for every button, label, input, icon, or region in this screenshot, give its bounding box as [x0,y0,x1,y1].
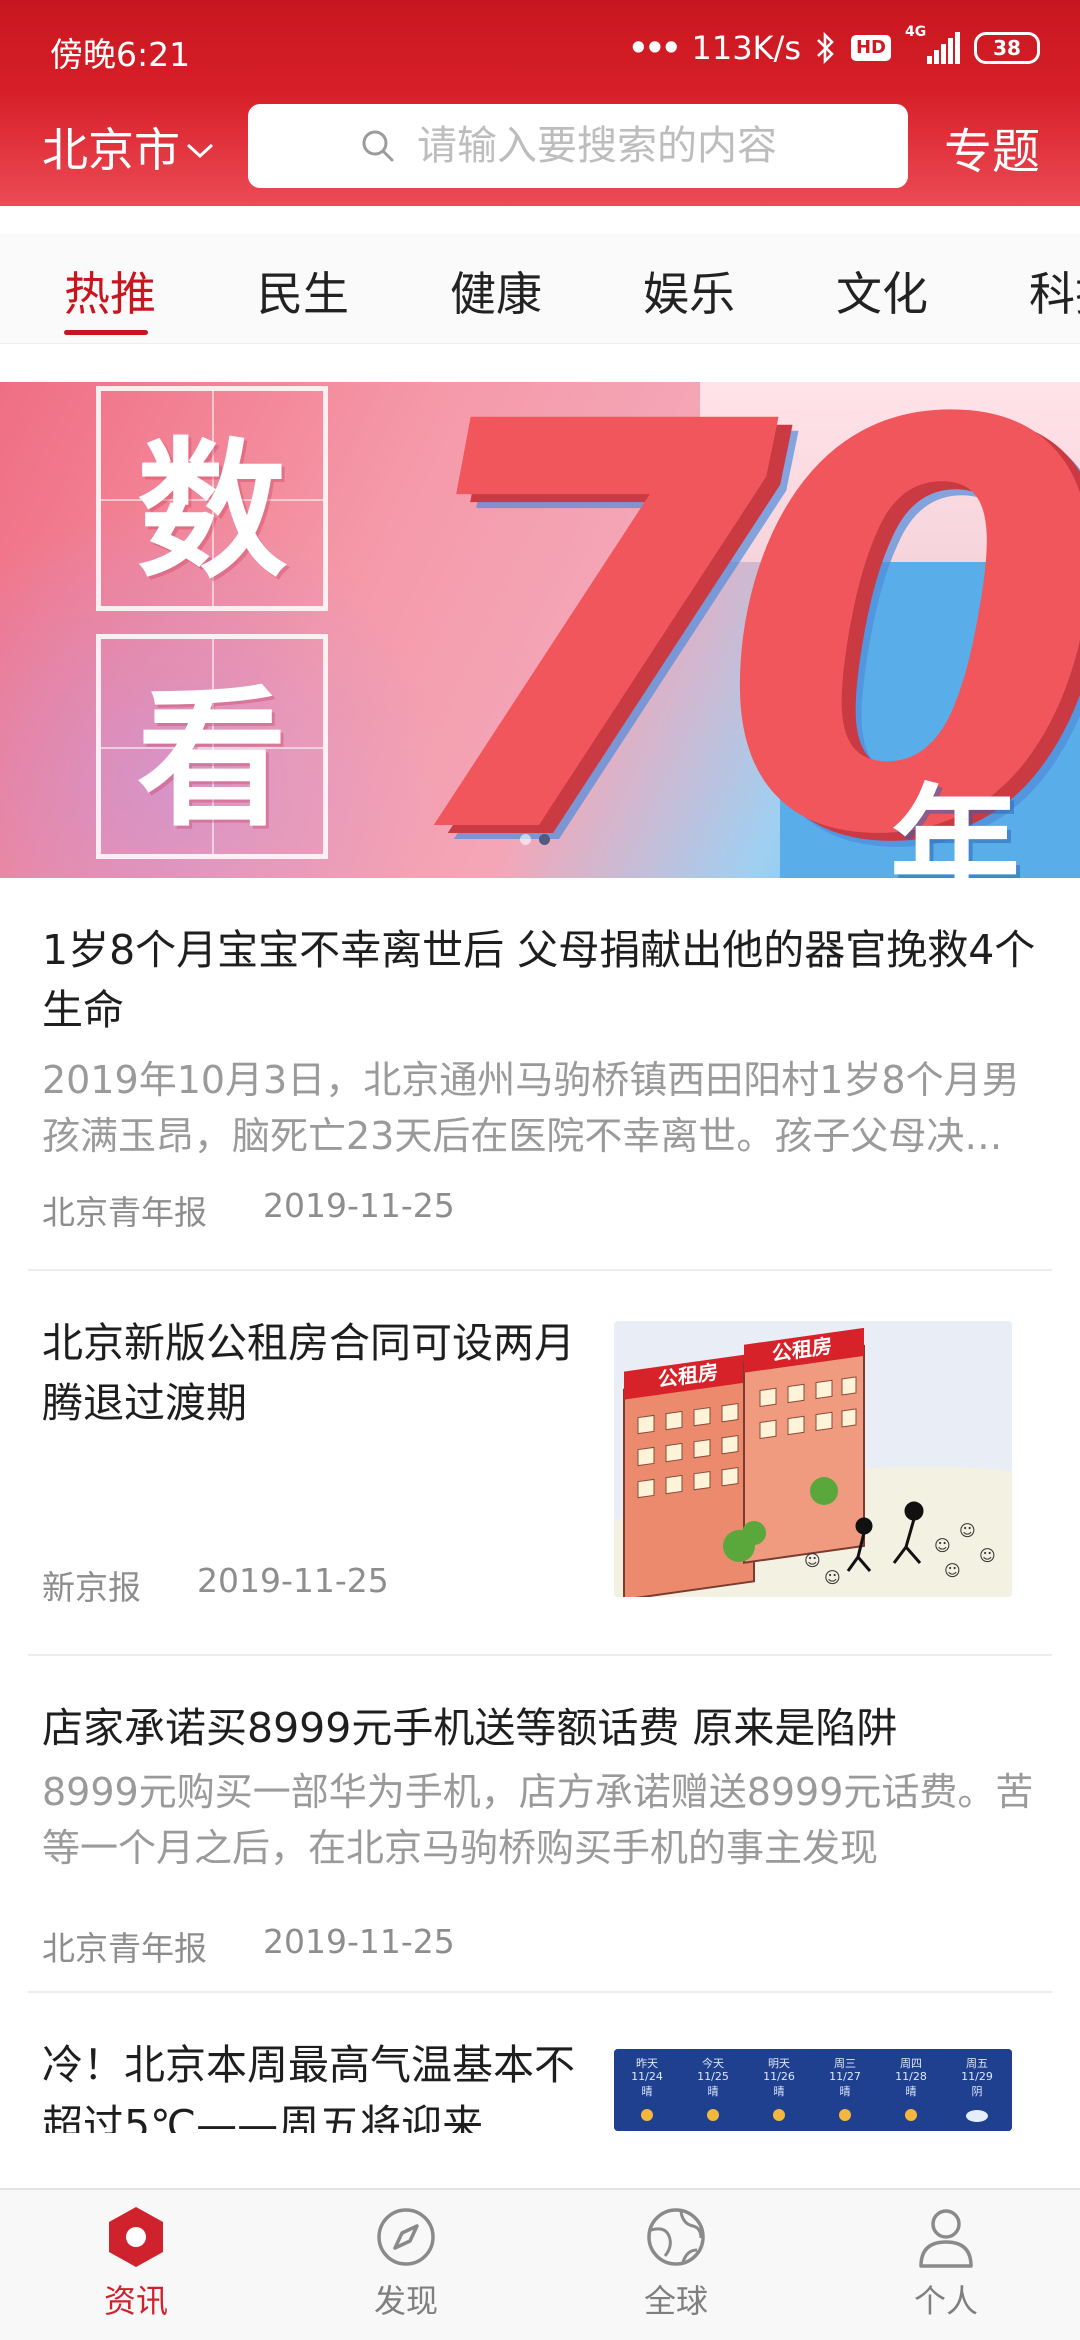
network-type: 4G [905,24,927,40]
app-header: 傍晚6:21 ••• 113K/s HD 4G 38 北京市 请输入要搜索的内容… [0,0,1080,206]
news-meta: 新京报 2019-11-25 [42,1561,389,1609]
nav-news[interactable]: 资讯 [36,2204,236,2334]
tab-tech[interactable]: 科技 [1029,258,1080,324]
search-input[interactable] [417,123,797,169]
news-hexagon-icon [109,2207,163,2267]
category-tabs: 热推 民生 健康 娱乐 文化 科技 [0,234,1080,344]
topic-button[interactable]: 专题 [944,112,1040,182]
weather-day: 周五 [966,2057,988,2070]
svg-text:☺: ☺ [824,1568,841,1587]
globe-icon [647,2208,705,2266]
city-label: 北京市 [42,123,180,177]
weather-cond: 晴 [642,2085,653,2098]
weather-cond: 晴 [708,2085,719,2098]
news-title: 1岁8个月宝宝不幸离世后 父母捐献出他的器官挽救4个生命 [42,926,1036,1034]
news-item[interactable]: 1岁8个月宝宝不幸离世后 父母捐献出他的器官挽救4个生命 2019年10月3日，… [28,878,1052,1271]
hd-badge: HD [850,35,891,61]
svg-text:☺: ☺ [959,1521,976,1540]
news-date: 2019-11-25 [263,1186,455,1225]
status-bar: 傍晚6:21 ••• 113K/s HD 4G 38 [0,0,1080,96]
carousel-indicator [520,834,550,845]
weather-day: 今天 [702,2056,724,2070]
nav-global[interactable]: 全球 [576,2204,776,2334]
banner-carousel[interactable]: 数 看 70 年 [0,382,1080,878]
weather-date: 11/27 [829,2070,861,2083]
person-icon [919,2209,973,2268]
weather-date: 11/25 [697,2070,729,2083]
battery-icon: 38 [974,32,1040,64]
banner-grid-box: 看 [96,634,328,859]
carousel-dot [520,834,531,845]
weather-date: 11/29 [961,2070,993,2083]
carousel-dot-active [539,834,550,845]
news-meta: 北京青年报 2019-11-25 [42,1186,455,1234]
news-thumbnail-public-housing: 公租房 公租房 ☺ ☺ ☺ ☺ ☺ ☺ [614,1321,1012,1597]
banner-grid-box: 数 [96,386,328,611]
banner-char-kan: 看 [136,673,287,847]
cloud-icon [966,2110,988,2122]
svg-text:☺: ☺ [944,1561,961,1580]
city-selector[interactable]: 北京市 [42,114,214,180]
nav-profile[interactable]: 个人 [846,2204,1046,2334]
bluetooth-icon [817,31,834,65]
signal-icon: 4G [905,24,960,64]
tab-entertainment[interactable]: 娱乐 [643,258,735,324]
news-source: 新京报 [42,1568,141,1607]
compass-icon [377,2208,435,2266]
banner-char-shu: 数 [136,425,287,599]
tab-culture[interactable]: 文化 [836,258,928,324]
more-dots-icon: ••• [628,29,681,67]
tab-health[interactable]: 健康 [450,258,542,324]
news-source: 北京青年报 [42,1193,207,1232]
weather-date: 11/24 [631,2070,663,2083]
nav-label: 全球 [643,2282,708,2320]
weather-date: 11/28 [895,2070,927,2083]
news-title: 店家承诺买8999元手机送等额话费 原来是陷阱 [42,1704,898,1752]
news-title: 北京新版公租房合同可设两月腾退过渡期 [42,1319,575,1427]
search-bar[interactable] [248,104,908,188]
weather-date: 11/26 [763,2070,795,2083]
news-item[interactable]: 冷！北京本周最高气温基本不超过5℃——周五将迎来 昨天 11/24 晴 今天 1… [28,1993,1052,2133]
weather-day: 周三 [834,2057,856,2070]
nav-label: 资讯 [103,2282,168,2320]
active-tab-indicator [64,330,148,335]
weather-day: 昨天 [636,2057,658,2070]
banner-char-nian: 年 [890,771,1021,878]
weather-cond: 晴 [774,2085,785,2098]
chevron-down-icon [186,133,214,168]
news-summary: 2019年10月3日，北京通州马驹桥镇西田阳村1岁8个月男孩满玉昂，脑死亡23天… [42,1058,1020,1158]
news-item[interactable]: 店家承诺买8999元手机送等额话费 原来是陷阱 8999元购买一部华为手机，店方… [28,1656,1052,1993]
status-icons: ••• 113K/s HD 4G 38 [628,24,1040,70]
weather-cond: 晴 [840,2085,851,2098]
news-date: 2019-11-25 [263,1922,455,1961]
svg-text:☺: ☺ [979,1546,996,1565]
tab-livelihood[interactable]: 民生 [257,258,349,324]
network-speed: 113K/s [691,29,801,67]
svg-text:☺: ☺ [934,1536,951,1555]
weather-cond: 晴 [906,2085,917,2098]
news-item[interactable]: 北京新版公租房合同可设两月腾退过渡期 新京报 2019-11-25 公租房 公租… [28,1271,1052,1656]
news-meta: 北京青年报 2019-11-25 [42,1922,455,1970]
nav-label: 发现 [373,2282,438,2320]
bottom-nav: 资讯 发现 全球 个人 [0,2188,1080,2340]
svg-text:☺: ☺ [804,1551,821,1570]
news-thumbnail-weather: 昨天 11/24 晴 今天 11/25 晴 明天 11/26 晴 周三 11/2… [614,2049,1012,2131]
battery-level: 38 [993,36,1021,60]
public-housing-illustration: 公租房 公租房 ☺☺☺☺☺☺ [614,1321,1012,1597]
nav-discover[interactable]: 发现 [306,2204,506,2334]
news-source: 北京青年报 [42,1929,207,1968]
news-title: 冷！北京本周最高气温基本不超过5℃——周五将迎来 [42,2041,575,2133]
nav-label: 个人 [913,2282,978,2320]
news-summary: 8999元购买一部华为手机，店方承诺赠送8999元话费。苦等一个月之后，在北京马… [42,1770,1034,1870]
weather-forecast-thumbnail: 昨天 11/24 晴 今天 11/25 晴 明天 11/26 晴 周三 11/2… [614,2049,1012,2131]
news-list: 1岁8个月宝宝不幸离世后 父母捐献出他的器官挽救4个生命 2019年10月3日，… [0,878,1080,2133]
tab-hot[interactable]: 热推 [64,258,156,324]
weather-day: 明天 [768,2057,790,2070]
news-date: 2019-11-25 [197,1561,389,1600]
weather-day: 周四 [900,2057,922,2070]
search-icon [362,130,394,162]
top-nav: 北京市 专题 [0,96,1080,206]
weather-cond: 阴 [972,2085,983,2098]
status-time: 傍晚6:21 [50,35,191,74]
